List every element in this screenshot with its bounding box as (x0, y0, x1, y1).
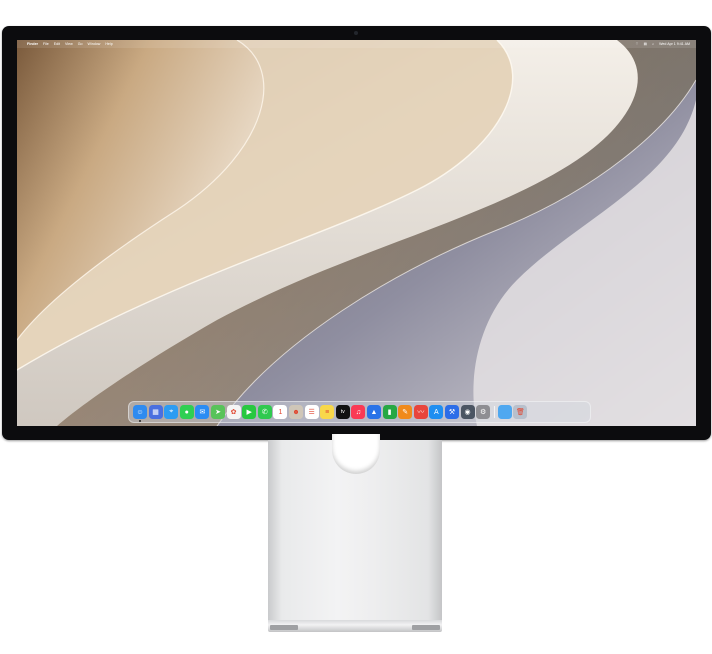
finder-glyph: ☺ (136, 408, 144, 416)
numbers-icon[interactable]: ▮ (382, 405, 397, 419)
safari-glyph: ⌖ (169, 408, 174, 415)
menu-clock[interactable]: Wed Apr 1 9:41 AM (659, 42, 690, 46)
preview-icon[interactable]: ◉ (460, 405, 475, 419)
music-icon[interactable]: ♫ (351, 405, 366, 419)
facetime-glyph: ▶ (246, 409, 252, 416)
menu-go[interactable]: Go (78, 42, 83, 46)
desktop-screen[interactable]: Finder File Edit View Go Window Help ⌔ ▤… (17, 40, 696, 426)
menu-app-name[interactable]: Finder (27, 42, 38, 46)
phone-glyph: ✆ (261, 409, 268, 416)
stand-foot-pad-left (270, 625, 298, 630)
calendar-icon[interactable]: 1 (273, 405, 288, 419)
trash-icon[interactable]: 🗑 (513, 405, 528, 419)
mail-icon[interactable]: ✉ (195, 405, 210, 419)
studio-display-bezel: Finder File Edit View Go Window Help ⌔ ▤… (2, 26, 711, 440)
menu-bar: Finder File Edit View Go Window Help ⌔ ▤… (17, 40, 696, 48)
dock: ☺ ▦ ⌖ ● ✉ ➤ ✿ ▶ ✆ 1 ☻ ☰ ≡ tv ♫ ▲ ▮ ✎ 〰 A ⚒ ◉ ⚙ 🗑 (128, 401, 591, 423)
facetime-icon[interactable]: ▶ (242, 405, 257, 419)
app-store-icon[interactable]: A (429, 405, 444, 419)
pages-glyph: ✎ (402, 409, 409, 416)
tv-icon[interactable]: tv (335, 405, 350, 419)
settings-glyph: ⚙ (480, 409, 487, 416)
contacts-icon[interactable]: ☻ (289, 405, 303, 419)
control-center-icon[interactable]: ▤ (644, 42, 647, 46)
running-indicator (139, 420, 141, 422)
finder-icon[interactable]: ☺ (133, 405, 147, 419)
search-icon[interactable]: ⌕ (652, 42, 654, 46)
downloads-folder-icon[interactable] (497, 405, 512, 419)
keynote-icon[interactable]: ▲ (367, 405, 381, 419)
phone-icon[interactable]: ✆ (257, 405, 272, 419)
launchpad-glyph: ▦ (152, 409, 159, 416)
xcode-icon[interactable]: ⚒ (445, 405, 459, 419)
calendar-glyph: 1 (278, 408, 283, 416)
pages-icon[interactable]: ✎ (398, 405, 413, 419)
photos-glyph: ✿ (230, 409, 237, 416)
trash-glyph: 🗑 (515, 409, 525, 416)
contacts-glyph: ☻ (292, 408, 300, 416)
notes-icon[interactable]: ≡ (320, 405, 335, 419)
camera-icon (354, 31, 358, 35)
reminders-glyph: ☰ (308, 409, 315, 416)
menu-edit[interactable]: Edit (54, 42, 60, 46)
wifi-icon[interactable]: ⌔ (635, 42, 638, 47)
desktop-wallpaper (17, 40, 696, 426)
photos-icon[interactable]: ✿ (226, 405, 241, 419)
xcode-glyph: ⚒ (448, 409, 456, 416)
keynote-glyph: ▲ (370, 408, 378, 416)
menu-window[interactable]: Window (88, 42, 101, 46)
maps-icon[interactable]: ➤ (211, 405, 225, 419)
menu-help[interactable]: Help (105, 42, 112, 46)
preview-glyph: ◉ (464, 409, 471, 416)
freeform-icon[interactable]: 〰 (413, 405, 428, 419)
numbers-glyph: ▮ (387, 409, 392, 416)
music-glyph: ♫ (355, 408, 362, 416)
safari-icon[interactable]: ⌖ (164, 405, 179, 419)
tv-glyph: tv (340, 409, 345, 415)
menu-view[interactable]: View (65, 42, 73, 46)
freeform-glyph: 〰 (417, 409, 425, 416)
app-store-glyph: A (434, 408, 439, 416)
reminders-icon[interactable]: ☰ (304, 405, 319, 419)
messages-icon[interactable]: ● (179, 405, 194, 419)
maps-glyph: ➤ (215, 409, 221, 416)
menu-file[interactable]: File (43, 42, 49, 46)
launchpad-icon[interactable]: ▦ (148, 405, 163, 419)
settings-icon[interactable]: ⚙ (476, 405, 491, 419)
notes-glyph: ≡ (325, 408, 330, 416)
stand-foot-pad-right (412, 625, 440, 630)
messages-glyph: ● (184, 408, 189, 416)
stand-foot (268, 620, 442, 632)
dock-separator (493, 406, 495, 418)
mail-glyph: ✉ (199, 409, 206, 416)
